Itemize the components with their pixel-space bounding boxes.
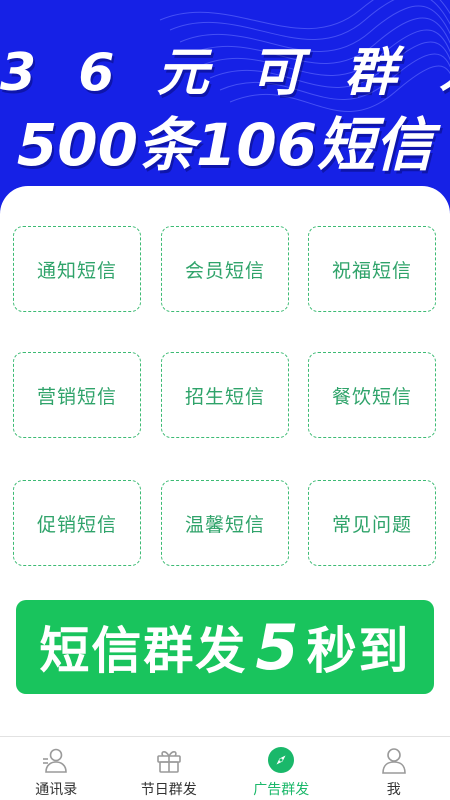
category-marketing[interactable]: 营销短信 bbox=[13, 352, 141, 438]
category-catering[interactable]: 餐饮短信 bbox=[308, 352, 436, 438]
category-label: 祝福短信 bbox=[331, 259, 412, 282]
tab-label: 我 bbox=[386, 782, 401, 798]
category-greeting[interactable]: 祝福短信 bbox=[308, 226, 436, 312]
category-label: 餐饮短信 bbox=[331, 385, 412, 408]
tab-me[interactable]: 我 bbox=[338, 737, 450, 800]
cta-text-sms: 短信群发 bbox=[39, 622, 248, 680]
category-label: 通知短信 bbox=[36, 259, 117, 282]
category-label: 营销短信 bbox=[36, 385, 117, 408]
user-icon bbox=[377, 743, 411, 777]
category-label: 常见问题 bbox=[331, 513, 412, 536]
category-label: 招生短信 bbox=[184, 385, 265, 408]
category-label: 会员短信 bbox=[184, 259, 265, 282]
tab-advertising[interactable]: 广告群发 bbox=[225, 737, 338, 800]
cta-text-number: 5 bbox=[255, 610, 299, 684]
contacts-icon bbox=[39, 743, 73, 777]
gift-icon bbox=[152, 743, 186, 777]
tab-contacts[interactable]: 通讯录 bbox=[0, 737, 113, 800]
category-label: 促销短信 bbox=[36, 513, 117, 536]
tab-label: 节日群发 bbox=[140, 782, 197, 798]
tab-holiday[interactable]: 节日群发 bbox=[113, 737, 226, 800]
banner-price-text: 3 6 元 可 群 发 bbox=[0, 43, 450, 103]
tab-label: 广告群发 bbox=[253, 782, 310, 798]
category-label: 温馨短信 bbox=[184, 513, 265, 536]
compass-icon bbox=[264, 743, 298, 777]
category-warm[interactable]: 温馨短信 bbox=[161, 480, 289, 566]
category-faq[interactable]: 常见问题 bbox=[308, 480, 436, 566]
cta-text-arrive: 秒到 bbox=[306, 622, 411, 680]
category-member[interactable]: 会员短信 bbox=[161, 226, 289, 312]
cta-banner[interactable]: 短信群发 5 秒到 bbox=[16, 600, 434, 694]
category-enrollment[interactable]: 招生短信 bbox=[161, 352, 289, 438]
banner-quantity-text: 500条106短信 bbox=[16, 111, 434, 179]
bottom-tab-bar: 通讯录 节日群发 广告群发 我 bbox=[0, 736, 450, 800]
category-promotion[interactable]: 促销短信 bbox=[13, 480, 141, 566]
category-notification[interactable]: 通知短信 bbox=[13, 226, 141, 312]
tab-label: 通讯录 bbox=[35, 782, 78, 798]
